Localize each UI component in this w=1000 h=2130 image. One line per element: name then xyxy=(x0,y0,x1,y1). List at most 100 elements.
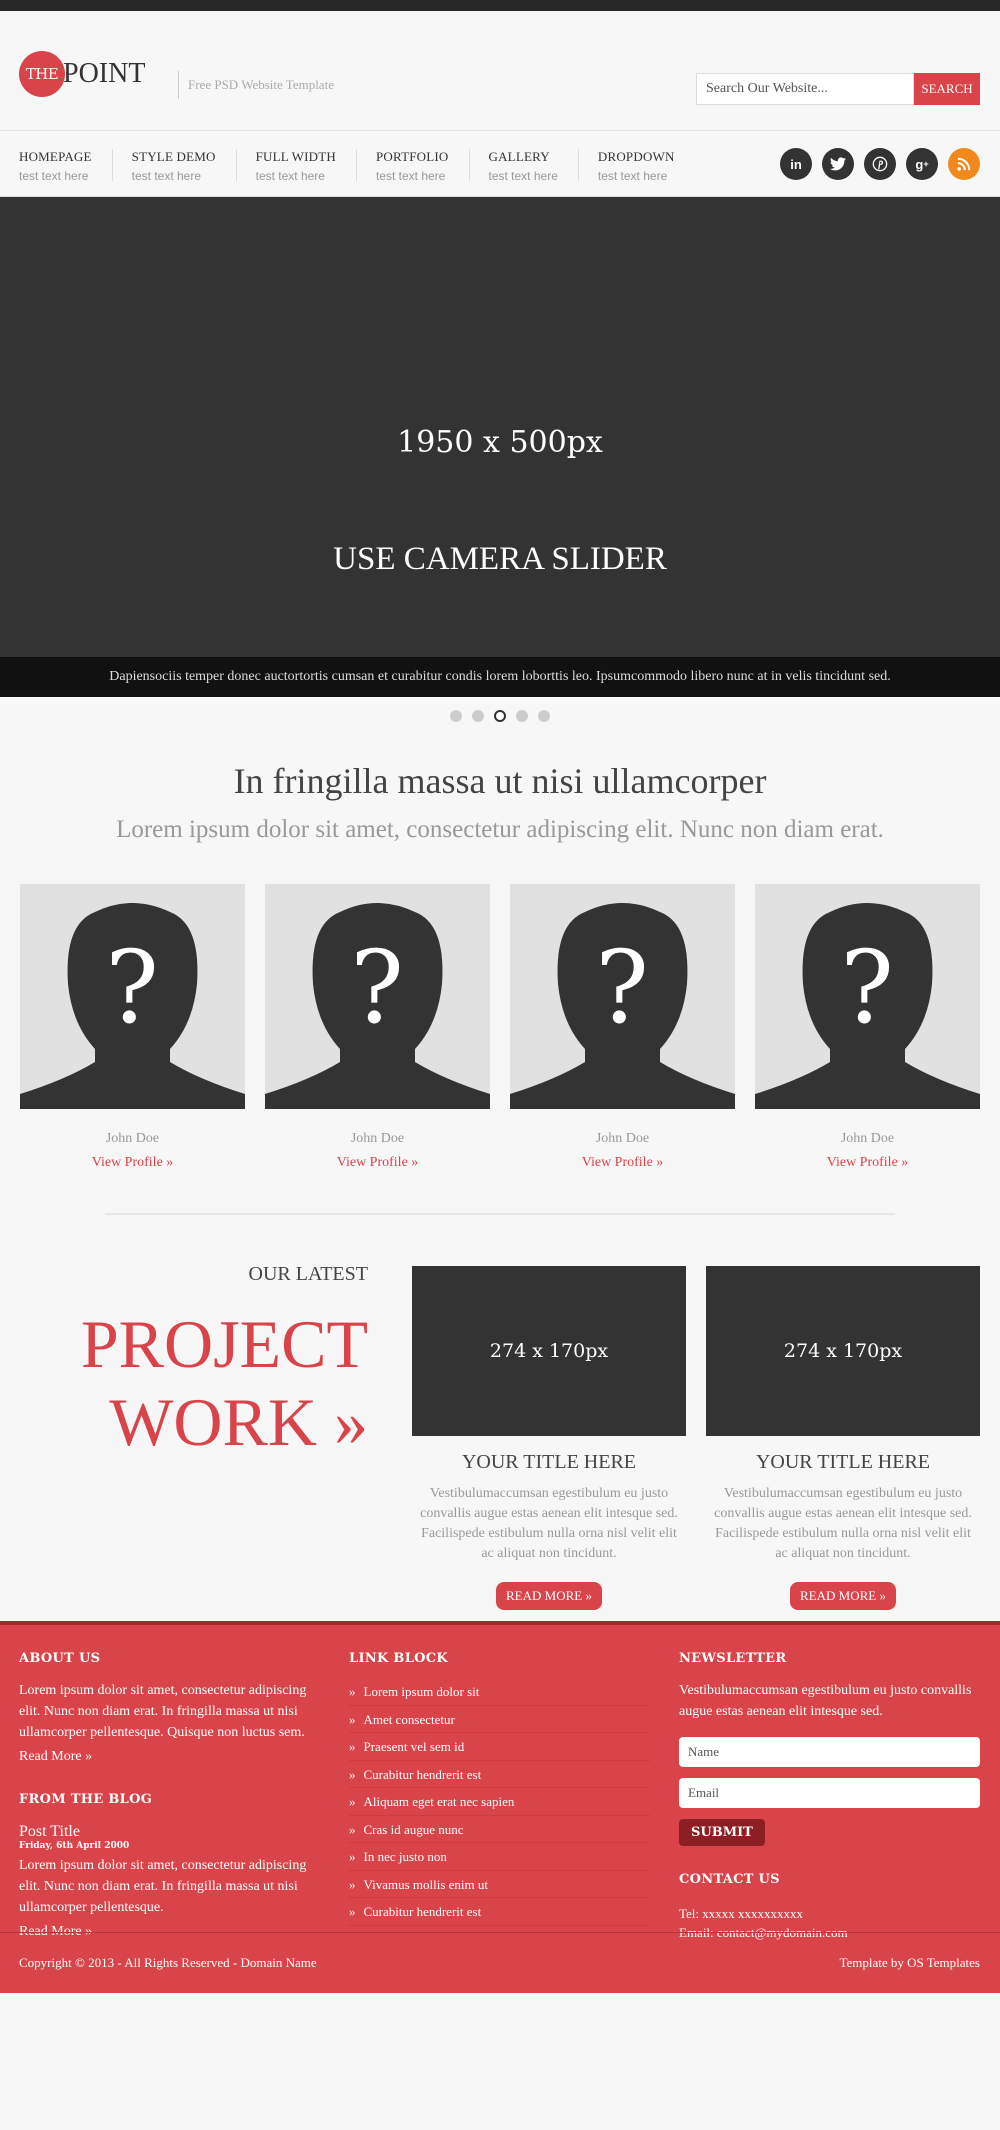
logo-text: POINT xyxy=(63,58,146,89)
team-member: ? John Doe View Profile » xyxy=(510,884,735,1171)
slider-dot-active[interactable] xyxy=(494,710,506,722)
member-name: John Doe xyxy=(105,1131,160,1146)
newsletter-text: Vestibulumaccumsan egestibulum eu justo … xyxy=(679,1683,972,1719)
footer-link[interactable]: In nec justo non xyxy=(349,1843,650,1871)
site-tagline: Free PSD Website Template xyxy=(178,71,334,99)
project-text: Vestibulumaccumsan egestibulum eu justo … xyxy=(714,1486,972,1561)
read-more-button[interactable]: READ MORE » xyxy=(790,1582,896,1610)
search-input[interactable] xyxy=(696,73,914,105)
footer-link[interactable]: Cras id augue nunc xyxy=(349,1816,650,1843)
svg-text:?: ? xyxy=(350,929,404,1046)
view-profile-link[interactable]: View Profile » xyxy=(265,1155,490,1171)
contact-tel: Tel: xxxxx xxxxxxxxxx xyxy=(679,1906,804,1921)
footer-newsletter: NEWSLETTER Vestibulumaccumsan egestibulu… xyxy=(679,1651,980,1941)
blog-heading: FROM THE BLOG xyxy=(19,1792,153,1807)
logo-mark: THE xyxy=(19,51,65,97)
menu-sublabel: test text here xyxy=(488,169,558,183)
view-profile-link[interactable]: View Profile » xyxy=(510,1155,735,1171)
submit-button[interactable]: SUBMIT xyxy=(679,1819,765,1846)
footer-about: ABOUT US Lorem ipsum dolor sit amet, con… xyxy=(19,1651,319,1940)
slider-dot[interactable] xyxy=(516,710,528,722)
main-nav: HOMEPAGE test text here STYLE DEMO test … xyxy=(0,131,1000,197)
hero-size-label: 1950 x 500px xyxy=(397,425,603,460)
projects-section: OUR LATEST PROJECT WORK » 274 x 170px YO… xyxy=(0,1215,1000,1621)
menu-label: STYLE DEMO xyxy=(131,149,216,164)
footer-link[interactable]: Amet consectetur xyxy=(349,1706,650,1733)
project-title: YOUR TITLE HERE xyxy=(755,1451,931,1473)
template-credit[interactable]: Template by OS Templates xyxy=(839,1955,980,1971)
pinterest-icon[interactable] xyxy=(864,148,896,180)
footer-link[interactable]: Curabitur hendrerit est xyxy=(349,1761,650,1788)
footer-link[interactable]: Lorem ipsum dolor sit xyxy=(349,1678,650,1706)
menu-item-homepage[interactable]: HOMEPAGE test text here xyxy=(19,149,113,183)
team-section: ? John Doe View Profile » ? John Doe Vie… xyxy=(0,884,1000,1171)
intro-subheading: Lorem ipsum dolor sit amet, consectetur … xyxy=(116,816,884,843)
rss-icon[interactable] xyxy=(948,148,980,180)
read-more-button[interactable]: READ MORE » xyxy=(496,1582,602,1610)
menu-label: HOMEPAGE xyxy=(19,149,92,164)
about-read-more-link[interactable]: Read More » xyxy=(19,1749,319,1765)
svg-text:?: ? xyxy=(105,929,159,1046)
avatar-placeholder-icon: ? xyxy=(265,884,490,1109)
slider-dot[interactable] xyxy=(472,710,484,722)
member-name: John Doe xyxy=(350,1131,405,1146)
projects-title[interactable]: PROJECT WORK » xyxy=(81,1305,368,1461)
footer-links: LINK BLOCK Lorem ipsum dolor sit Amet co… xyxy=(349,1651,650,1926)
projects-kicker: OUR LATEST xyxy=(248,1263,368,1285)
project-image[interactable]: 274 x 170px xyxy=(706,1266,980,1436)
copyright-text: Copyright © 2013 - All Rights Reserved -… xyxy=(19,1955,317,1970)
link-list: Lorem ipsum dolor sit Amet consectetur P… xyxy=(349,1678,650,1926)
menu: HOMEPAGE test text here STYLE DEMO test … xyxy=(19,149,714,183)
menu-sublabel: test text here xyxy=(375,169,446,183)
team-member: ? John Doe View Profile » xyxy=(20,884,245,1171)
email-input[interactable] xyxy=(679,1778,980,1808)
svg-text:?: ? xyxy=(595,929,649,1046)
menu-sublabel: test text here xyxy=(255,169,325,183)
slider-dot[interactable] xyxy=(538,710,550,722)
menu-item-dropdown[interactable]: DROPDOWN test text here xyxy=(597,149,695,183)
search-form: SEARCH xyxy=(696,73,980,105)
intro-section: In fringilla massa ut nisi ullamcorper L… xyxy=(0,760,1000,844)
member-name: John Doe xyxy=(595,1131,650,1146)
post-text: Lorem ipsum dolor sit amet, consectetur … xyxy=(19,1858,307,1915)
menu-label: FULL WIDTH xyxy=(255,149,336,164)
footer-link[interactable]: Curabitur hendrerit est xyxy=(349,1898,650,1926)
menu-sublabel: test text here xyxy=(597,169,668,183)
menu-label: DROPDOWN xyxy=(597,149,675,164)
footer-link[interactable]: Praesent vel sem id xyxy=(349,1733,650,1761)
team-member: ? John Doe View Profile » xyxy=(755,884,980,1171)
intro-heading: In fringilla massa ut nisi ullamcorper xyxy=(233,761,767,801)
project-title: YOUR TITLE HERE xyxy=(461,1451,637,1473)
view-profile-link[interactable]: View Profile » xyxy=(755,1155,980,1171)
projects-title-line1: PROJECT xyxy=(80,1306,368,1382)
linkedin-icon[interactable]: in xyxy=(780,148,812,180)
footer-link[interactable]: Vivamus mollis enim ut xyxy=(349,1871,650,1898)
slider-pagination xyxy=(0,710,1000,722)
twitter-icon[interactable] xyxy=(822,148,854,180)
menu-item-portfolio[interactable]: PORTFOLIO test text here xyxy=(375,149,470,183)
newsletter-heading: NEWSLETTER xyxy=(679,1651,787,1666)
project-image[interactable]: 274 x 170px xyxy=(412,1266,686,1436)
project-card: 274 x 170px YOUR TITLE HERE Vestibulumac… xyxy=(412,1266,686,1610)
svg-text:?: ? xyxy=(840,929,894,1046)
view-profile-link[interactable]: View Profile » xyxy=(20,1155,245,1171)
menu-item-gallery[interactable]: GALLERY test text here xyxy=(488,149,579,183)
hero-slider[interactable]: 1950 x 500px USE CAMERA SLIDER Dapiensoc… xyxy=(0,197,1000,697)
menu-item-style-demo[interactable]: STYLE DEMO test text here xyxy=(131,149,237,183)
menu-item-full-width[interactable]: FULL WIDTH test text here xyxy=(255,149,357,183)
search-button[interactable]: SEARCH xyxy=(914,73,980,105)
menu-label: GALLERY xyxy=(488,149,550,164)
site-footer: ABOUT US Lorem ipsum dolor sit amet, con… xyxy=(0,1621,1000,1993)
footer-link[interactable]: Aliquam eget erat nec sapien xyxy=(349,1788,650,1816)
team-member: ? John Doe View Profile » xyxy=(265,884,490,1171)
member-name: John Doe xyxy=(840,1131,895,1146)
top-bar xyxy=(0,0,1000,11)
post-title[interactable]: Post Title xyxy=(19,1823,319,1841)
hero-title: USE CAMERA SLIDER xyxy=(333,541,667,577)
name-input[interactable] xyxy=(679,1737,980,1767)
contact-heading: CONTACT US xyxy=(679,1872,780,1887)
slider-dot[interactable] xyxy=(450,710,462,722)
logo[interactable]: THE POINT xyxy=(19,51,145,97)
google-plus-icon[interactable]: g + xyxy=(906,148,938,180)
social-links: in g + xyxy=(780,148,980,180)
